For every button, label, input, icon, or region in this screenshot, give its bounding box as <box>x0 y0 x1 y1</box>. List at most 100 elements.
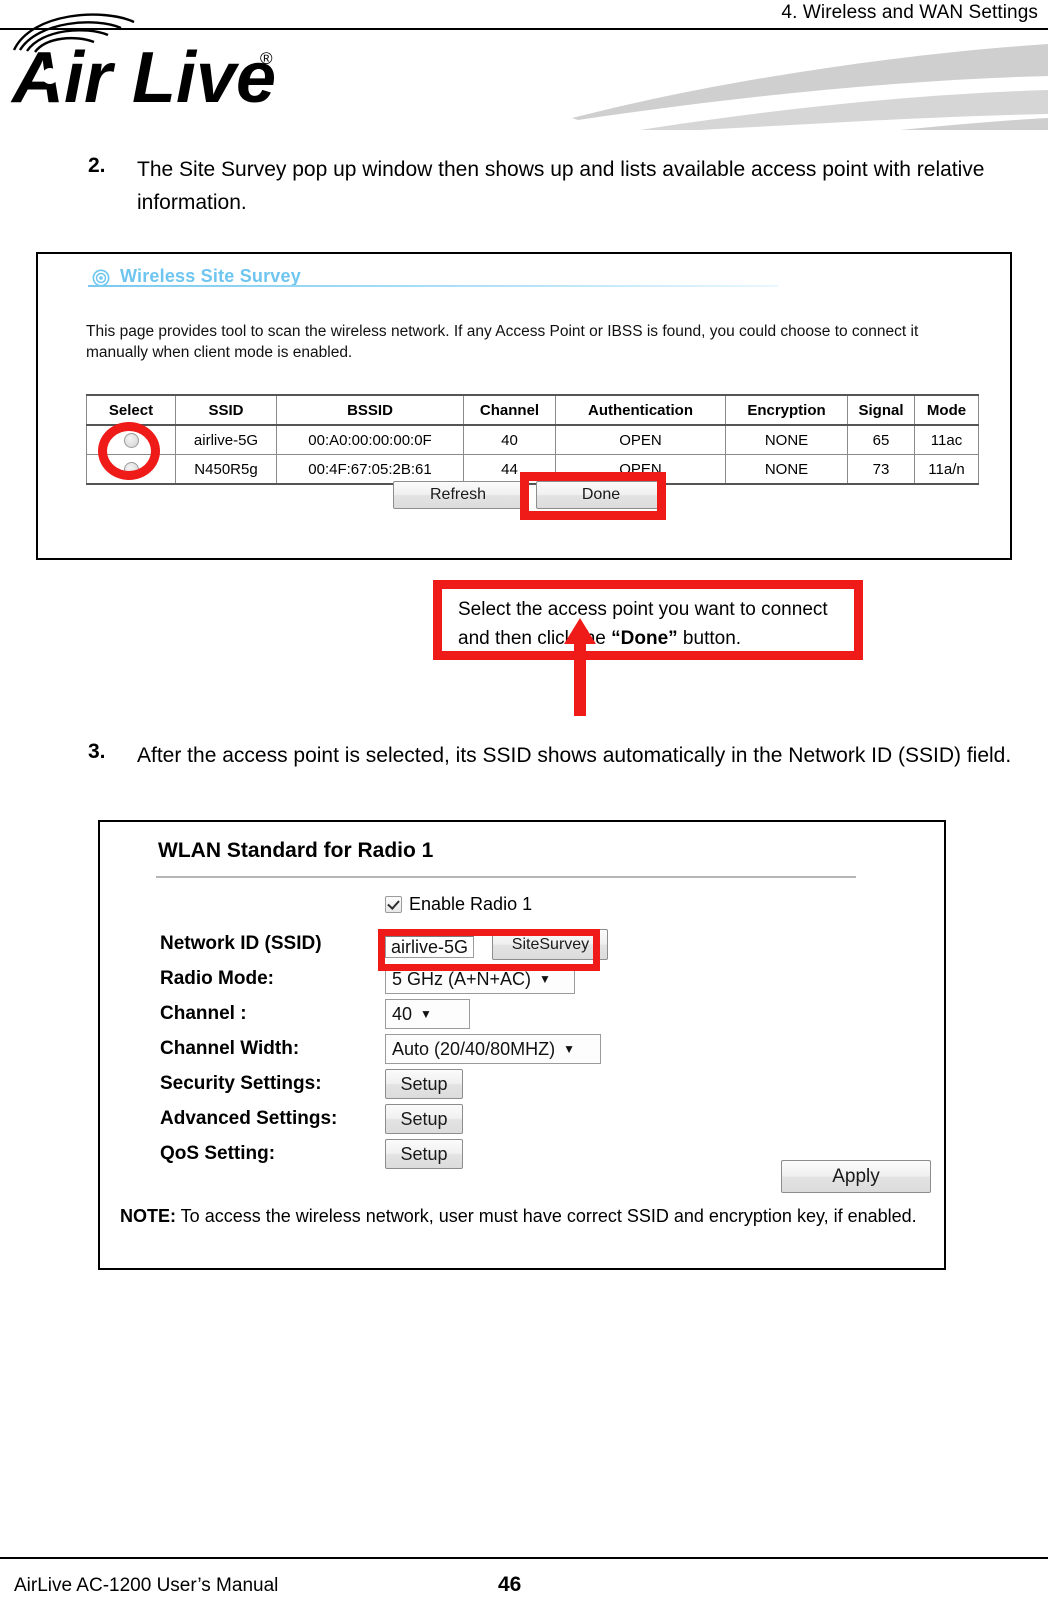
security-settings-control: Setup <box>385 1069 463 1099</box>
table-header-row: Select SSID BSSID Channel Authentication… <box>86 394 979 426</box>
site-survey-description: This page provides tool to scan the wire… <box>86 323 919 361</box>
cell-signal: 73 <box>847 454 915 485</box>
row-radio-mode: Radio Mode: 5 GHz (A+N+AC) ▼ <box>100 964 948 999</box>
cell-bssid: 00:A0:00:00:00:0F <box>276 424 464 455</box>
callout-line-2: and then click the “Done” button. <box>458 624 854 653</box>
column-header-mode: Mode <box>914 394 979 426</box>
cell-channel: 44 <box>463 454 556 485</box>
wlan-settings-screenshot: WLAN Standard for Radio 1 Enable Radio 1… <box>98 820 946 1270</box>
airlive-logo: Air Live ® <box>8 6 308 118</box>
table-row[interactable]: N450R5g 00:4F:67:05:2B:61 44 OPEN NONE 7… <box>86 454 979 485</box>
cell-mode: 11ac <box>914 424 979 455</box>
wlan-note: NOTE: To access the wireless network, us… <box>120 1204 932 1229</box>
site-survey-title-row: Wireless Site Survey <box>92 266 792 300</box>
note-prefix: NOTE: <box>120 1206 176 1226</box>
apply-button[interactable]: Apply <box>781 1160 931 1193</box>
enable-radio-label: Enable Radio 1 <box>409 894 533 914</box>
qos-setup-button[interactable]: Setup <box>385 1139 463 1169</box>
callout-box: Select the access point you want to conn… <box>433 580 863 660</box>
column-header-signal: Signal <box>847 394 915 426</box>
radio-mode-select[interactable]: 5 GHz (A+N+AC) ▼ <box>385 964 575 994</box>
wlan-form: Enable Radio 1 Network ID (SSID) airlive… <box>100 894 948 1174</box>
note-text: To access the wireless network, user mus… <box>176 1206 917 1226</box>
chevron-down-icon: ▼ <box>420 1007 432 1021</box>
advanced-settings-control: Setup <box>385 1104 463 1134</box>
row-enable-radio: Enable Radio 1 <box>100 894 948 929</box>
channel-value: 40 <box>392 1004 413 1024</box>
advanced-setup-button[interactable]: Setup <box>385 1104 463 1134</box>
cell-encryption: NONE <box>725 424 848 455</box>
site-survey-button-row: Refresh Done <box>393 481 666 515</box>
site-survey-table: Select SSID BSSID Channel Authentication… <box>86 394 979 485</box>
table-row[interactable]: airlive-5G 00:A0:00:00:00:0F 40 OPEN NON… <box>86 424 979 455</box>
row-security-settings: Security Settings: Setup <box>100 1069 948 1104</box>
step-2: 2. The Site Survey pop up window then sh… <box>0 154 1048 219</box>
radio-mode-control[interactable]: 5 GHz (A+N+AC) ▼ <box>385 964 575 994</box>
cell-channel: 40 <box>463 424 556 455</box>
channel-label: Channel : <box>160 1003 247 1024</box>
security-settings-label: Security Settings: <box>160 1073 322 1094</box>
ap-select-radio[interactable] <box>123 433 139 449</box>
callout-done-emphasis: “Done” <box>611 628 678 650</box>
page-content: 2. The Site Survey pop up window then sh… <box>0 130 1048 1270</box>
qos-setting-label: QoS Setting: <box>160 1143 276 1164</box>
column-header-bssid: BSSID <box>276 394 464 426</box>
registered-trademark-icon: ® <box>260 49 273 68</box>
qos-setting-control: Setup <box>385 1139 463 1169</box>
page-header: 4. Wireless and WAN Settings Air Live ® <box>0 0 1048 130</box>
chevron-down-icon: ▼ <box>539 972 551 986</box>
column-header-encryption: Encryption <box>725 394 848 426</box>
callout-line-2-suffix: button. <box>677 628 742 650</box>
site-survey-panel-title: Wireless Site Survey <box>120 266 301 286</box>
cell-encryption: NONE <box>725 454 848 485</box>
callout-arrow-icon <box>562 618 598 716</box>
select-cell[interactable] <box>86 424 176 455</box>
row-advanced-settings: Advanced Settings: Setup <box>100 1104 948 1139</box>
column-header-channel: Channel <box>463 394 556 426</box>
radio-mode-value: 5 GHz (A+N+AC) <box>392 969 532 989</box>
footer-manual-title: AirLive AC-1200 User’s Manual <box>14 1575 279 1596</box>
footer-divider <box>0 1557 1048 1559</box>
step-3-text: After the access point is selected, its … <box>137 744 1012 767</box>
select-cell[interactable] <box>86 454 176 485</box>
step-2-text: The Site Survey pop up window then shows… <box>137 158 985 214</box>
enable-radio-control[interactable]: Enable Radio 1 <box>385 894 532 916</box>
channel-width-control[interactable]: Auto (20/40/80MHZ) ▼ <box>385 1034 601 1064</box>
wlan-title-divider <box>156 876 856 878</box>
refresh-button[interactable]: Refresh <box>393 481 523 509</box>
site-survey-screenshot: Wireless Site Survey This page provides … <box>36 252 1012 560</box>
channel-select[interactable]: 40 ▼ <box>385 999 470 1029</box>
step-3: 3. After the access point is selected, i… <box>0 740 1048 773</box>
done-button[interactable]: Done <box>536 481 666 509</box>
cell-ssid: airlive-5G <box>175 424 277 455</box>
chevron-down-icon: ▼ <box>563 1042 575 1056</box>
cell-mode: 11a/n <box>914 454 979 485</box>
network-id-control: airlive-5G SiteSurvey <box>385 929 609 961</box>
column-header-select: Select <box>86 394 176 426</box>
checkbox-checked-icon[interactable] <box>385 896 402 913</box>
radio-mode-label: Radio Mode: <box>160 968 274 989</box>
advanced-settings-label: Advanced Settings: <box>160 1108 338 1129</box>
step-3-number: 3. <box>88 740 106 763</box>
page-footer: AirLive AC-1200 User’s Manual 46 <box>0 1553 1048 1623</box>
security-setup-button[interactable]: Setup <box>385 1069 463 1099</box>
ssid-input[interactable]: airlive-5G <box>385 936 475 958</box>
channel-width-value: Auto (20/40/80MHZ) <box>392 1039 556 1059</box>
cell-bssid: 00:4F:67:05:2B:61 <box>276 454 464 485</box>
channel-control[interactable]: 40 ▼ <box>385 999 470 1029</box>
cell-authentication: OPEN <box>555 424 726 455</box>
cell-signal: 65 <box>847 424 915 455</box>
callout-line-1: Select the access point you want to conn… <box>458 599 828 620</box>
channel-width-label: Channel Width: <box>160 1038 300 1059</box>
wlan-panel-title: WLAN Standard for Radio 1 <box>158 839 434 862</box>
row-channel: Channel : 40 ▼ <box>100 999 948 1034</box>
cell-ssid: N450R5g <box>175 454 277 485</box>
site-survey-title-underline <box>88 285 778 287</box>
cell-authentication: OPEN <box>555 454 726 485</box>
sitesurvey-button[interactable]: SiteSurvey <box>492 929 609 960</box>
step-2-number: 2. <box>88 154 106 177</box>
channel-width-select[interactable]: Auto (20/40/80MHZ) ▼ <box>385 1034 601 1064</box>
running-head-title: 4. Wireless and WAN Settings <box>781 2 1038 23</box>
ap-select-radio[interactable] <box>123 462 139 478</box>
footer-page-number: 46 <box>498 1573 522 1596</box>
